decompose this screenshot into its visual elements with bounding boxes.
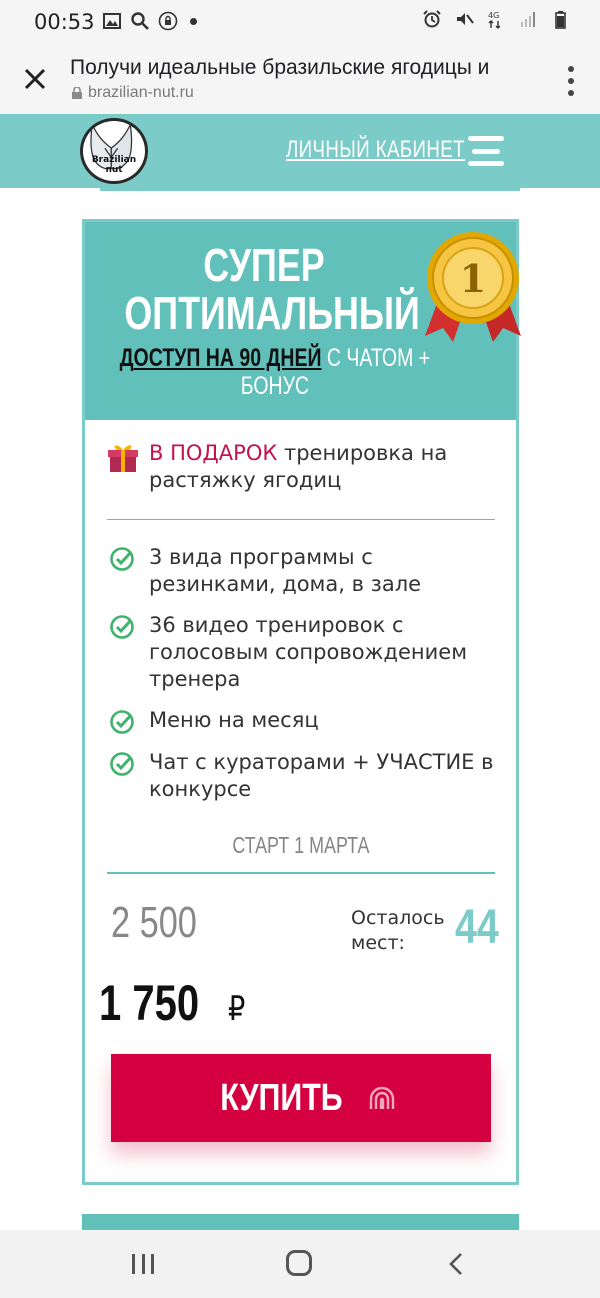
recent-apps-button[interactable] [132,1254,154,1274]
check-circle-icon [110,710,134,734]
recent-apps-icon [151,1254,154,1274]
home-button[interactable] [286,1250,312,1276]
close-tab-button[interactable] [18,62,52,96]
status-notification-icons [102,11,197,31]
image-icon [103,13,121,29]
recent-apps-icon [141,1254,145,1274]
gift-icon [108,445,138,472]
svg-text:4G: 4G [488,11,499,20]
gift-bonus: В ПОДАРОК тренировка на растяжку ягодиц [107,440,497,494]
divider [107,872,495,874]
lock-icon [72,87,82,99]
burger-line-icon [472,148,500,154]
seats-left-count: 44 [455,900,508,955]
check-circle-icon [110,547,134,571]
signal-icon [521,12,535,27]
old-price-value: 2 500 [111,898,197,947]
currency-symbol: ₽ [228,990,246,1028]
seats-left-value: 44 [455,901,499,954]
alarm-icon [423,10,441,28]
start-date: СТАРТ 1 МАРТА [85,832,516,859]
plan-card: СУПЕР ОПТИМАЛЬНЫЙ ДОСТУП НА 90 ДНЕЙ С ЧА… [82,219,521,1185]
back-button[interactable] [446,1252,466,1276]
feature-item: 36 видео тренировок с голосовым сопровож… [109,612,499,693]
menu-dot-icon [568,66,574,72]
old-price: 2 500 [111,898,221,948]
battery-icon [555,11,566,29]
plan-title-line2: ОПТИМАЛЬНЫЙ [124,287,420,339]
feature-item: Чат с кураторами + УЧАСТИЕ в конкурсе [109,749,499,803]
system-navigation-bar [0,1230,600,1298]
feature-text: Меню на месяц [149,708,319,732]
status-time: 00:53 [34,10,95,34]
feature-text: Чат с кураторами + УЧАСТИЕ в конкурсе [149,750,494,801]
plan-title-line1: СУПЕР [203,239,325,291]
check-circle-icon [110,752,134,776]
page-url[interactable]: brazilian-nut.ru [72,84,194,102]
gift-accent: В ПОДАРОК [149,441,278,465]
feature-text: 3 вида программы с резинками, дома, в за… [149,545,422,596]
divider [100,188,520,191]
hamburger-menu-button[interactable] [468,136,504,166]
fingerprint-icon [370,1086,395,1109]
seats-left-label: Осталось мест: [351,907,445,954]
feature-list: 3 вида программы с резинками, дома, в за… [109,544,499,817]
feature-text: 36 видео тренировок с голосовым сопровож… [149,613,468,691]
menu-dot-icon [568,78,574,84]
site-header: Brazilian nut ЛИЧНЫЙ КАБИНЕТ [0,114,600,188]
status-bar: 00:53 4G [0,0,600,44]
burger-line-icon [468,136,504,141]
secure-lock-icon [158,11,178,31]
feature-item: 3 вида программы с резинками, дома, в за… [109,544,499,598]
new-price: 1 750 ₽ [99,974,250,1032]
browser-toolbar: Получи идеальные бразильские ягодицы и b… [0,44,600,114]
check-circle-icon [110,615,134,639]
plan-card-header: СУПЕР ОПТИМАЛЬНЫЙ ДОСТУП НА 90 ДНЕЙ С ЧА… [85,222,521,420]
search-icon [131,12,149,30]
browser-menu-button[interactable] [566,66,576,96]
buy-button-label: КУПИТЬ [219,1076,343,1119]
gift-text: В ПОДАРОК тренировка на растяжку ягодиц [149,440,497,494]
site-logo[interactable]: Brazilian nut [80,118,148,184]
access-duration: ОСТУП НА 90 ДНЕЙ [133,344,322,372]
personal-account-link[interactable]: ЛИЧНЫЙ КАБИНЕТ [286,136,465,164]
feature-item: Меню на месяц [109,707,499,735]
burger-line-icon [468,161,504,166]
start-date-text: СТАРТ 1 МАРТА [231,832,370,858]
status-system-icons: 4G [422,9,570,29]
gold-medal-icon: 1 [425,232,521,342]
new-price-value: 1 750 [99,975,200,1031]
more-notifications-dot [190,17,197,25]
network-4g-icon: 4G [488,11,501,29]
recent-apps-icon [132,1254,135,1274]
logo-text: Brazilian nut [91,155,137,175]
buy-button[interactable]: КУПИТЬ [111,1054,491,1142]
page-title: Получи идеальные бразильские ягодицы и [70,56,490,79]
medal-number: 1 [460,256,486,301]
plan-access-text: ДОСТУП НА 90 ДНЕЙ С ЧАТОМ + БОНУС [115,344,435,400]
mute-icon [457,13,474,25]
url-text: brazilian-nut.ru [88,84,194,101]
divider [107,519,495,520]
access-prefix: Д [119,344,134,372]
menu-dot-icon [568,90,574,96]
